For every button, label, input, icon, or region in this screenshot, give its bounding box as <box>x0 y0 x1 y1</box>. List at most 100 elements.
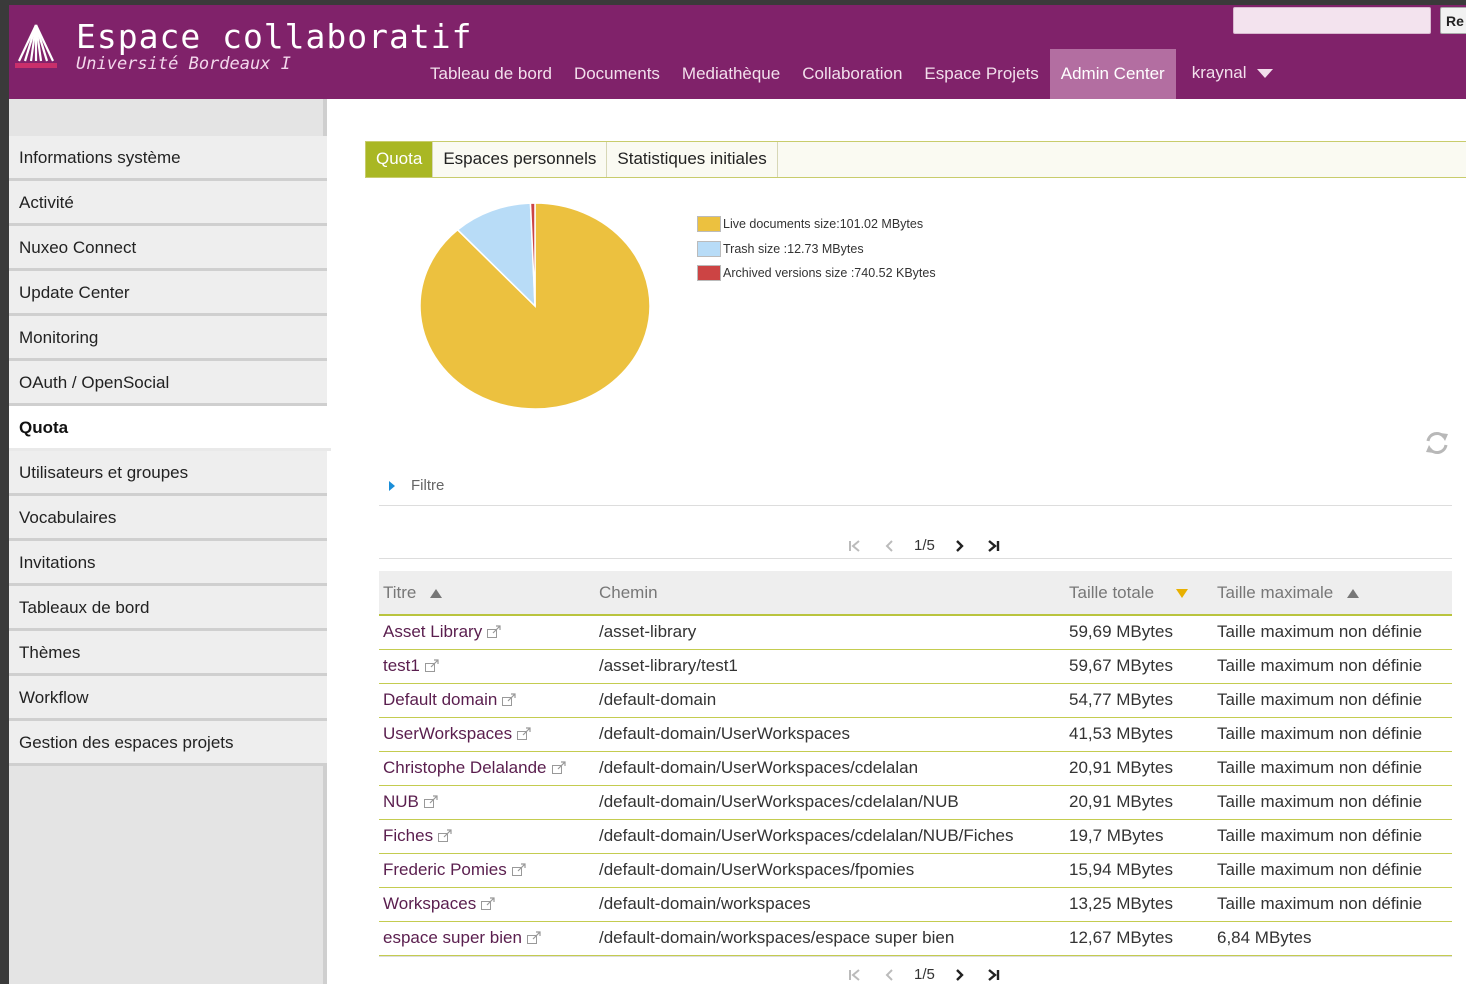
tab-espaces-personnels[interactable]: Espaces personnels <box>433 142 608 177</box>
column-header-taille-totale[interactable]: Taille totale <box>1065 571 1213 616</box>
external-link-icon[interactable] <box>486 625 502 639</box>
sidebar-item-workflow[interactable]: Workflow <box>9 676 327 721</box>
cell-taille-maximale: Taille maximum non définie <box>1213 615 1452 650</box>
document-link[interactable]: Default domain <box>383 690 497 709</box>
external-link-icon[interactable] <box>511 863 527 877</box>
first-page-icon[interactable] <box>847 539 865 553</box>
cell-titre[interactable]: Frederic Pomies <box>379 853 595 888</box>
site-title: Espace collaboratif <box>76 17 473 56</box>
divider <box>379 505 1452 506</box>
cell-titre[interactable]: UserWorkspaces <box>379 717 595 752</box>
external-link-icon[interactable] <box>501 693 517 707</box>
cell-chemin: /default-domain/workspaces <box>595 887 1065 922</box>
sidebar-item-utilisateurs-groupes[interactable]: Utilisateurs et groupes <box>9 451 327 496</box>
cell-taille-totale: 41,53 MBytes <box>1065 717 1213 752</box>
table-row: espace super bien/default-domain/workspa… <box>379 921 1452 956</box>
previous-page-icon[interactable] <box>881 968 899 982</box>
document-link[interactable]: Christophe Delalande <box>383 758 547 777</box>
nav-espace-projets[interactable]: Espace Projets <box>913 49 1049 99</box>
table-body: Asset Library/asset-library 59,69 MBytes T… <box>379 615 1452 956</box>
cell-taille-maximale: Taille maximum non définie <box>1213 785 1452 820</box>
legend-label-archived: Archived versions size :740.52 KBytes <box>723 266 936 281</box>
cell-titre[interactable]: Asset Library <box>379 615 595 650</box>
cell-titre[interactable]: test1 <box>379 649 595 684</box>
previous-page-icon[interactable] <box>881 539 899 553</box>
next-page-icon[interactable] <box>950 968 968 982</box>
column-header-titre[interactable]: Titre <box>379 571 595 616</box>
nav-tableau-de-bord[interactable]: Tableau de bord <box>419 49 563 99</box>
sidebar-item-gestion-espaces-projets[interactable]: Gestion des espaces projets <box>9 721 327 766</box>
nav-collaboration[interactable]: Collaboration <box>791 49 913 99</box>
user-menu[interactable]: kraynal <box>1176 49 1273 99</box>
external-link-icon[interactable] <box>516 727 532 741</box>
cell-taille-maximale: Taille maximum non définie <box>1213 683 1452 718</box>
sort-descending-icon <box>1176 588 1189 598</box>
document-link[interactable]: test1 <box>383 656 420 675</box>
last-page-icon[interactable] <box>984 968 1002 982</box>
cell-titre[interactable]: Default domain <box>379 683 595 718</box>
tab-statistiques-initiales[interactable]: Statistiques initiales <box>607 142 778 177</box>
cell-titre[interactable]: espace super bien <box>379 921 595 956</box>
document-link[interactable]: NUB <box>383 792 419 811</box>
sidebar-item-tableaux-de-bord[interactable]: Tableaux de bord <box>9 586 327 631</box>
sidebar-item-invitations[interactable]: Invitations <box>9 541 327 586</box>
header-label: Taille maximale <box>1217 582 1334 602</box>
sidebar-item-informations-systeme[interactable]: Informations système <box>9 136 327 181</box>
table-row: Frederic Pomies/default-domain/UserWorks… <box>379 853 1452 888</box>
next-page-icon[interactable] <box>950 539 968 553</box>
column-header-chemin[interactable]: Chemin <box>595 571 1065 616</box>
cell-titre[interactable]: Christophe Delalande <box>379 751 595 786</box>
sort-ascending-icon <box>430 588 443 598</box>
document-link[interactable]: Asset Library <box>383 622 482 641</box>
sidebar-item-nuxeo-connect[interactable]: Nuxeo Connect <box>9 226 327 271</box>
document-link[interactable]: Fiches <box>383 826 433 845</box>
chevron-down-icon <box>1256 69 1273 79</box>
first-page-icon[interactable] <box>847 968 865 982</box>
cell-chemin: /default-domain/UserWorkspaces/cdelalan/… <box>595 785 1065 820</box>
external-link-icon[interactable] <box>423 795 439 809</box>
document-link[interactable]: Frederic Pomies <box>383 860 507 879</box>
university-logo[interactable] <box>13 21 59 69</box>
filter-toggle[interactable]: Filtre <box>389 477 444 494</box>
external-link-icon[interactable] <box>437 829 453 843</box>
header-label: Chemin <box>599 582 658 602</box>
cell-taille-maximale: Taille maximum non définie <box>1213 887 1452 922</box>
external-link-icon[interactable] <box>480 897 496 911</box>
document-link[interactable]: espace super bien <box>383 928 522 947</box>
cell-chemin: /default-domain/workspaces/espace super … <box>595 921 1065 956</box>
last-page-icon[interactable] <box>984 539 1002 553</box>
search-button[interactable]: Re <box>1440 7 1466 34</box>
document-link[interactable]: UserWorkspaces <box>383 724 512 743</box>
external-link-icon[interactable] <box>424 659 440 673</box>
sidebar-item-vocabulaires[interactable]: Vocabulaires <box>9 496 327 541</box>
nav-documents[interactable]: Documents <box>563 49 671 99</box>
legend-swatch-live <box>697 216 721 233</box>
column-header-taille-maximale[interactable]: Taille maximale <box>1213 571 1452 616</box>
sidebar-item-activite[interactable]: Activité <box>9 181 327 226</box>
sidebar-item-update-center[interactable]: Update Center <box>9 271 327 316</box>
table-row: Asset Library/asset-library 59,69 MBytes T… <box>379 615 1452 650</box>
nav-admin-center[interactable]: Admin Center <box>1049 49 1176 99</box>
pager-bottom: 1/5 <box>839 966 1010 983</box>
cell-titre[interactable]: NUB <box>379 785 595 820</box>
refresh-icon[interactable] <box>1423 430 1451 456</box>
expand-arrow-icon <box>389 480 395 491</box>
external-link-icon[interactable] <box>551 761 567 775</box>
tab-quota[interactable]: Quota <box>366 142 434 177</box>
cell-titre[interactable]: Fiches <box>379 819 595 854</box>
table-row: Workspaces/default-domain/workspaces 13,2… <box>379 887 1452 922</box>
sidebar-item-quota[interactable]: Quota <box>9 406 331 451</box>
sidebar-item-monitoring[interactable]: Monitoring <box>9 316 327 361</box>
external-link-icon[interactable] <box>526 931 542 945</box>
cell-chemin: /asset-library <box>595 615 1065 650</box>
search-input[interactable] <box>1233 7 1431 34</box>
cell-taille-maximale: Taille maximum non définie <box>1213 819 1452 854</box>
header-label: Taille totale <box>1069 582 1155 602</box>
nav-mediatheque[interactable]: Mediathèque <box>671 49 791 99</box>
cell-titre[interactable]: Workspaces <box>379 887 595 922</box>
sidebar-item-themes[interactable]: Thèmes <box>9 631 327 676</box>
page-indicator: 1/5 <box>914 537 935 554</box>
sidebar-item-oauth-opensocial[interactable]: OAuth / OpenSocial <box>9 361 327 406</box>
pager-top: 1/5 <box>839 537 1010 554</box>
document-link[interactable]: Workspaces <box>383 894 476 913</box>
